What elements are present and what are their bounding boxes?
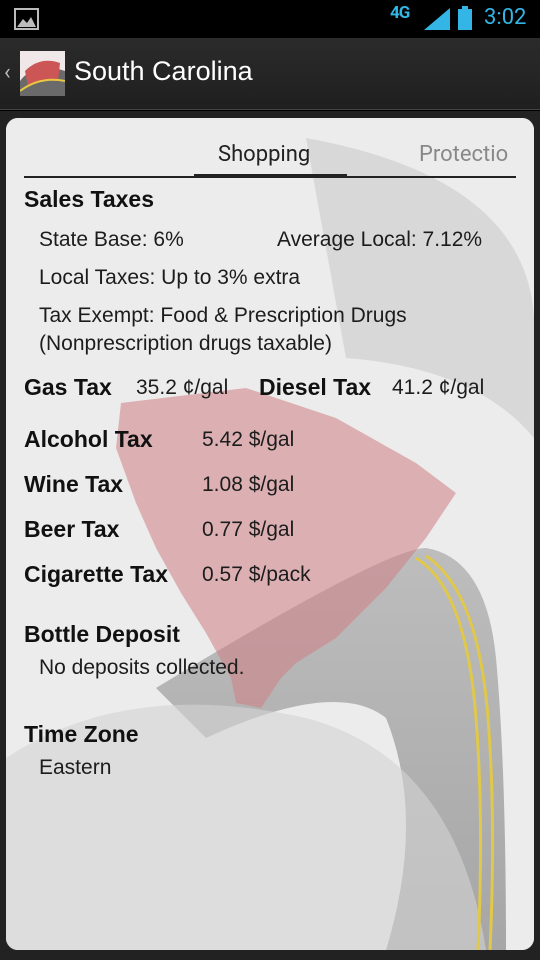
- local-taxes-note: Local Taxes: Up to 3% extra: [39, 266, 301, 289]
- alcohol-tax-value: 5.42 $/gal: [202, 428, 295, 451]
- state-info-card: Shopping Protectio Sales Taxes State Bas…: [6, 118, 534, 950]
- tax-exempt-line-2: (Nonprescription drugs taxable): [39, 332, 332, 355]
- alcohol-tax-label: Alcohol Tax: [24, 426, 153, 452]
- diesel-tax-label: Diesel Tax: [259, 374, 372, 400]
- sales-taxes-heading: Sales Taxes: [24, 186, 155, 212]
- gas-tax-label: Gas Tax: [24, 374, 112, 400]
- wine-tax-value: 1.08 $/gal: [202, 473, 295, 496]
- clock: 3:02: [484, 5, 527, 30]
- action-bar: ‹ South Carolina: [0, 38, 540, 110]
- network-type-label: 4G: [390, 3, 410, 23]
- bottle-deposit-heading: Bottle Deposit: [24, 621, 180, 647]
- signal-strength-icon: [424, 8, 450, 30]
- tab-strip: Shopping Protectio: [6, 118, 534, 178]
- image-notification-icon: [14, 8, 39, 30]
- average-local-rate: Average Local: 7.12%: [277, 228, 483, 251]
- active-tab-indicator: [194, 174, 347, 178]
- time-zone-heading: Time Zone: [24, 721, 139, 747]
- cigarette-tax-value: 0.57 $/pack: [202, 563, 311, 586]
- status-bar: 4G 3:02: [0, 0, 540, 38]
- beer-tax-value: 0.77 $/gal: [202, 518, 295, 541]
- gas-tax-value: 35.2 ¢/gal: [136, 376, 229, 399]
- time-zone-value: Eastern: [39, 756, 112, 779]
- diesel-tax-value: 41.2 ¢/gal: [392, 376, 485, 399]
- state-base-rate: State Base: 6%: [39, 228, 184, 251]
- up-navigation-icon[interactable]: ‹: [4, 60, 11, 85]
- app-logo-icon[interactable]: [20, 51, 65, 96]
- battery-icon: [458, 6, 472, 30]
- cigarette-tax-label: Cigarette Tax: [24, 561, 169, 587]
- tax-exempt-line-1: Tax Exempt: Food & Prescription Drugs: [39, 304, 407, 327]
- beer-tax-label: Beer Tax: [24, 516, 120, 542]
- page-title: South Carolina: [74, 56, 253, 86]
- tab-shopping[interactable]: Shopping: [218, 142, 310, 167]
- tab-protection[interactable]: Protectio: [419, 142, 508, 167]
- bottle-deposit-value: No deposits collected.: [39, 656, 245, 679]
- wine-tax-label: Wine Tax: [24, 471, 124, 497]
